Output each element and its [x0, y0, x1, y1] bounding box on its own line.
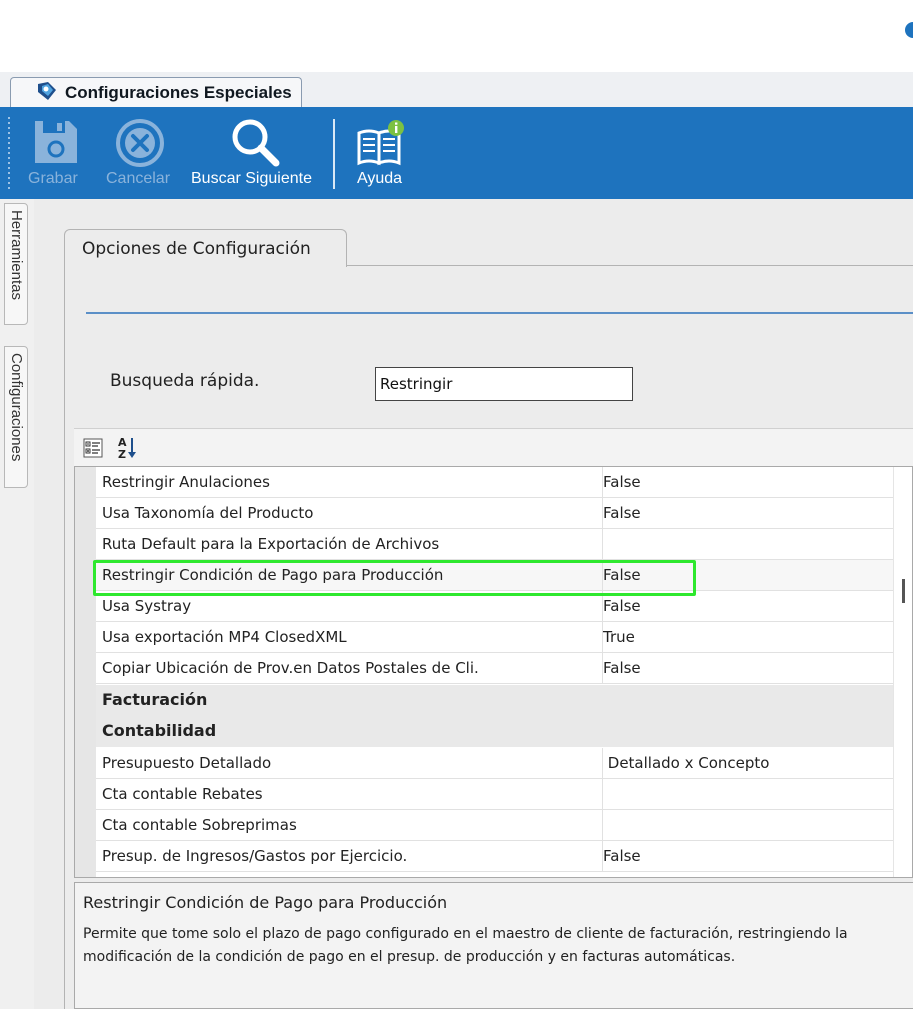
row-name: Usa Systray	[102, 597, 192, 615]
sort-az-icon: A Z	[118, 436, 136, 461]
highlight-box	[93, 560, 696, 596]
save-button-label: Grabar	[28, 170, 78, 187]
category-label: Contabilidad	[102, 721, 217, 740]
row-name: Cta contable Rebates	[102, 785, 263, 803]
app-logo-icon	[38, 82, 56, 100]
help-book-icon	[357, 120, 404, 166]
grid-row[interactable]: Restringir Anulaciones False	[96, 467, 893, 498]
grid-row[interactable]: Presup. de Ingresos/Gastos por Ejercicio…	[96, 841, 893, 872]
row-name: Ruta Default para la Exportación de Arch…	[102, 535, 440, 553]
property-grid-toolbar: A Z	[74, 428, 913, 467]
quick-search-input[interactable]	[375, 367, 633, 401]
grid-row[interactable]: Usa exportación MP4 ClosedXML True	[96, 622, 893, 653]
grid-row[interactable]: Copiar Ubicación de Prov.en Datos Postal…	[96, 653, 893, 684]
column-divider	[602, 529, 603, 560]
row-name: Restringir Anulaciones	[102, 473, 270, 491]
help-description: Permite que tome solo el plazo de pago c…	[83, 926, 848, 965]
column-divider	[602, 810, 603, 841]
main-toolbar: Grabar Cancelar Buscar Siguiente Ayuda	[0, 107, 913, 199]
find-next-button[interactable]: Buscar Siguiente	[188, 107, 324, 199]
section-divider	[86, 312, 913, 314]
row-name: Usa Taxonomía del Producto	[102, 504, 314, 522]
side-tab-configuraciones-label: Configuraciones	[8, 353, 25, 462]
side-tab-herramientas-label: Herramientas	[8, 210, 25, 301]
cancel-button-label: Cancelar	[106, 170, 171, 187]
category-facturacion[interactable]: Facturación	[96, 685, 893, 716]
grid-row[interactable]: Cta contable Sobreprimas	[96, 810, 893, 841]
magnifier-icon	[232, 119, 280, 167]
floppy-disk-icon	[35, 121, 77, 163]
side-tab-herramientas[interactable]: Herramientas	[4, 203, 28, 325]
categorized-view-button[interactable]	[80, 435, 106, 461]
help-title: Restringir Condición de Pago para Produc…	[83, 893, 448, 912]
category-contabilidad[interactable]: Contabilidad	[96, 716, 893, 747]
grid-row[interactable]: Ruta Default para la Exportación de Arch…	[96, 529, 893, 560]
row-name: Presupuesto Detallado	[102, 754, 272, 772]
alphabetical-sort-button[interactable]: A Z	[114, 435, 140, 461]
row-value: False	[603, 504, 641, 522]
grid-gutter	[75, 467, 96, 877]
document-tab-label: Configuraciones Especiales	[65, 82, 292, 102]
grid-scrollbar[interactable]	[893, 467, 912, 877]
save-button[interactable]: Grabar	[20, 107, 90, 199]
row-value: True	[603, 628, 635, 646]
side-tab-configuraciones[interactable]: Configuraciones	[4, 346, 28, 488]
row-value: Detallado x Concepto	[603, 754, 770, 772]
property-grid: Restringir Anulaciones False Usa Taxonom…	[74, 466, 913, 878]
categorized-list-icon	[83, 438, 103, 458]
row-value: False	[603, 847, 641, 865]
row-value: False	[603, 597, 641, 615]
row-value: False	[603, 473, 641, 491]
help-button[interactable]: Ayuda	[348, 107, 412, 199]
help-button-label: Ayuda	[357, 170, 403, 187]
grid-row[interactable]: Presupuesto Detallado Detallado x Concep…	[96, 748, 893, 779]
toolbar-grip[interactable]	[8, 117, 10, 191]
svg-text:Z: Z	[118, 448, 126, 461]
row-name: Cta contable Sobreprimas	[102, 816, 297, 834]
cancel-button[interactable]: Cancelar	[100, 107, 180, 199]
toolbar-separator	[333, 119, 335, 189]
find-next-button-label: Buscar Siguiente	[191, 170, 312, 187]
panel-tab-gap	[65, 264, 346, 267]
panel-tab-label: Opciones de Configuración	[82, 239, 311, 259]
grid-row[interactable]: Usa Taxonomía del Producto False	[96, 498, 893, 529]
row-name: Copiar Ubicación de Prov.en Datos Postal…	[102, 659, 479, 677]
cancel-x-icon	[116, 119, 164, 167]
column-divider	[602, 779, 603, 810]
grid-row[interactable]: Cta contable Rebates	[96, 779, 893, 810]
scrollbar-thumb[interactable]	[902, 579, 905, 603]
quick-search-label: Busqueda rápida.	[110, 371, 260, 391]
row-name: Presup. de Ingresos/Gastos por Ejercicio…	[102, 847, 408, 865]
category-label: Facturación	[102, 690, 208, 709]
row-name: Usa exportación MP4 ClosedXML	[102, 628, 347, 646]
row-value: False	[603, 659, 641, 677]
title-area	[0, 0, 913, 72]
help-panel: Restringir Condición de Pago para Produc…	[74, 882, 913, 1009]
